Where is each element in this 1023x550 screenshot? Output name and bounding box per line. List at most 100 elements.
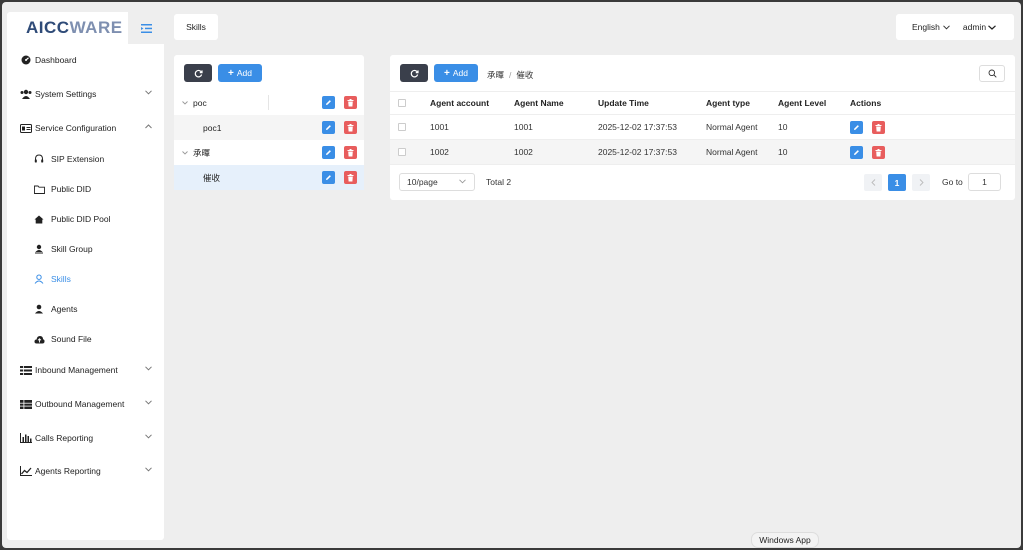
trash-icon [347,148,354,156]
chevron-down-icon [145,400,152,405]
bar-chart-icon [20,432,32,444]
dashboard-icon [20,54,32,66]
pencil-icon [854,125,859,130]
language-label: English [912,22,940,32]
table-header: Agent account Agent Name Update Time Age… [390,91,1015,115]
column-header[interactable]: Agent Name [514,92,564,114]
goto-page-input[interactable]: 1 [968,173,1001,191]
column-header[interactable]: Agent Level [778,92,826,114]
user-outline-icon [33,273,45,285]
column-header[interactable]: Agent type [706,92,750,114]
language-dropdown[interactable]: English [912,22,950,32]
tree-node-label: poc1 [203,122,222,133]
table-refresh-button[interactable] [400,64,428,82]
add-button-label: Add [452,68,468,78]
delete-button[interactable] [344,146,357,159]
breadcrumb-separator: / [509,70,512,80]
sidebar-item-inbound-management[interactable]: Inbound Management [7,358,164,382]
skill-tree-panel: + Add poc poc1 承暉 催收 [174,55,364,190]
page-size-value: 10/page [407,177,438,187]
username-label: admin [962,22,987,32]
sidebar-item-agents-reporting[interactable]: Agents Reporting [7,459,164,483]
page-size-select[interactable]: 10/page [399,173,475,191]
select-all-checkbox[interactable] [398,99,406,107]
sidebar-sub-item-label: Skill Group [51,244,93,254]
next-page-button[interactable] [912,174,930,191]
table-add-button[interactable]: + Add [434,64,478,82]
sidebar-sub-item-sip-extension[interactable]: SIP Extension [7,147,164,171]
tree-node-poc[interactable]: poc [174,90,364,115]
app-window: AICCWARE Dashboard System Settings Servi… [2,2,1021,548]
column-header[interactable]: Update Time [598,92,649,114]
prev-page-button[interactable] [864,174,882,191]
cell-agent-type: Normal Agent [706,147,758,157]
folder-icon [33,183,45,195]
tree-node-chenghui[interactable]: 承暉 [174,140,364,165]
delete-button[interactable] [344,96,357,109]
sidebar-item-label: Outbound Management [35,399,125,409]
home-icon [33,213,45,225]
edit-button[interactable] [322,171,335,184]
sidebar-item-calls-reporting[interactable]: Calls Reporting [7,426,164,450]
sidebar-sub-item-public-did[interactable]: Public DID [7,177,164,201]
trash-icon [347,173,354,181]
cloud-upload-icon [33,333,45,345]
sidebar-sub-item-skills[interactable]: Skills [7,267,164,291]
cell-agent-type: Normal Agent [706,122,758,132]
plus-icon: + [444,67,450,79]
sidebar-sub-item-public-did-pool[interactable]: Public DID Pool [7,207,164,231]
tree-add-button[interactable]: + Add [218,64,262,82]
delete-button[interactable] [344,171,357,184]
column-header[interactable]: Agent account [430,92,489,114]
sidebar-sub-item-sound-file[interactable]: Sound File [7,327,164,351]
sidebar-sub-item-agents[interactable]: Agents [7,297,164,321]
sidebar-item-system-settings[interactable]: System Settings [7,82,164,106]
pencil-icon [854,150,859,155]
user-group-icon [33,243,45,255]
search-icon [988,69,997,78]
breadcrumb: 承暉 / 催收 [487,69,533,81]
sidebar-item-outbound-management[interactable]: Outbound Management [7,392,164,416]
line-chart-icon [20,465,32,477]
pencil-icon [326,100,331,105]
user-menu[interactable]: admin [963,22,996,32]
logo-row: AICCWARE [7,12,164,44]
sidebar-item-label: Dashboard [35,55,77,65]
sidebar-item-service-configuration[interactable]: Service Configuration [7,116,164,140]
sidebar-item-dashboard[interactable]: Dashboard [7,48,164,72]
tree-refresh-button[interactable] [184,64,212,82]
search-button[interactable] [979,65,1005,82]
page-number-button[interactable]: 1 [888,174,906,191]
edit-button[interactable] [322,96,335,109]
collapse-sidebar-button[interactable] [128,12,164,44]
pencil-icon [326,125,331,130]
edit-button[interactable] [850,146,863,159]
edit-button[interactable] [322,146,335,159]
chevron-down-icon [145,434,152,439]
chevron-down-icon [182,150,188,155]
tree-node-cuishou[interactable]: 催收 [174,165,364,190]
pagination: 10/page Total 2 1 Go to 1 [390,169,1015,195]
chevron-up-icon [145,124,152,129]
tab-skills[interactable]: Skills [174,14,218,40]
headset-icon [33,153,45,165]
trash-icon [875,123,882,131]
add-button-label: Add [236,68,252,78]
users-icon [20,88,32,100]
sidebar-sub-item-skill-group[interactable]: Skill Group [7,237,164,261]
row-checkbox[interactable] [398,123,406,131]
sidebar-item-label: Service Configuration [35,123,117,133]
tree-node-poc1[interactable]: poc1 [174,115,364,140]
row-checkbox[interactable] [398,148,406,156]
delete-button[interactable] [344,121,357,134]
edit-button[interactable] [850,121,863,134]
logo: AICCWARE [26,18,123,37]
tree-node-label: poc [193,97,207,108]
table-row: 1002 1002 2025-12-02 17:37:53 Normal Age… [390,140,1015,165]
trash-icon [875,148,882,156]
breadcrumb-item[interactable]: 承暉 [487,70,504,80]
menu-fold-icon [140,23,152,33]
delete-button[interactable] [872,121,885,134]
delete-button[interactable] [872,146,885,159]
edit-button[interactable] [322,121,335,134]
